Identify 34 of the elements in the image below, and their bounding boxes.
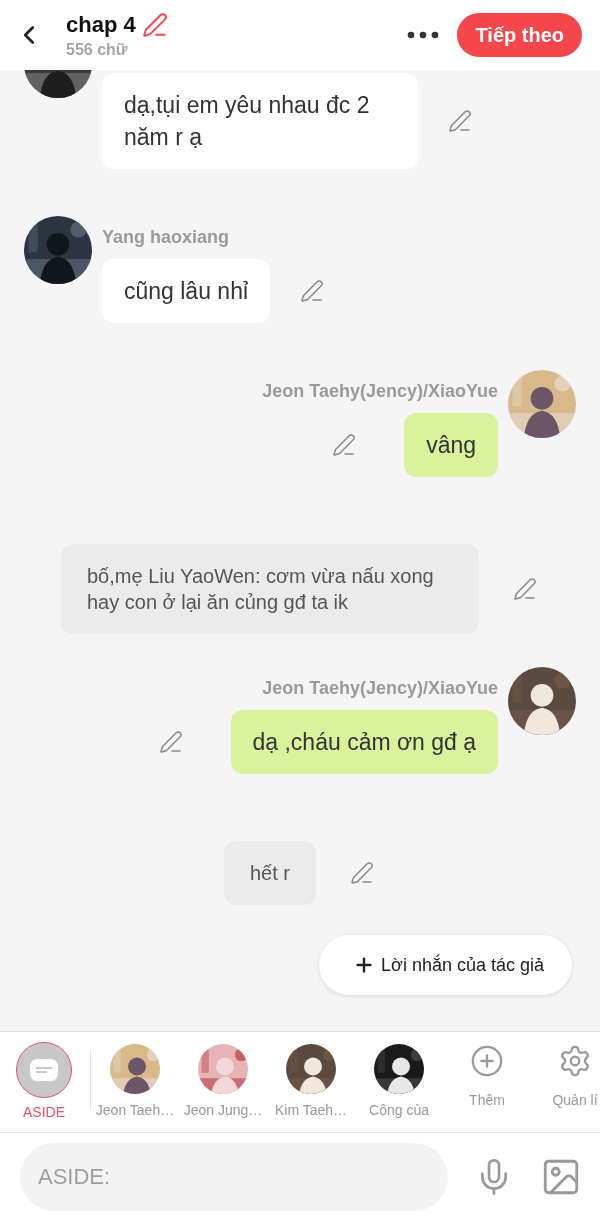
more-icon <box>407 31 440 39</box>
character-tab[interactable]: ASIDE <box>0 1042 88 1120</box>
edit-icon[interactable] <box>158 730 183 754</box>
chapter-title: chap 4 <box>66 11 136 38</box>
message-bubble: cũng lâu nhỉ <box>102 259 271 323</box>
sender-name: Jeon Taehy(Jency)/XiaoYue <box>262 678 498 699</box>
message-input[interactable]: ASIDE: <box>20 1143 448 1211</box>
edit-icon[interactable] <box>448 109 472 133</box>
character-tab[interactable]: Công của <box>355 1042 443 1118</box>
sender-name: Jeon Taehy(Jency)/XiaoYue <box>262 381 498 402</box>
narration-bubble: hết r <box>224 841 316 905</box>
settings-icon <box>558 1044 592 1078</box>
more-button[interactable] <box>407 31 440 39</box>
narration-bubble: bố,mẹ Liu YaoWen: cơm vừa nấu xong hay con ở lại ăn củng gđ ta ik <box>61 544 479 634</box>
edit-title-button[interactable] <box>141 11 168 38</box>
sender-name: Yang haoxiang <box>102 227 230 248</box>
message-bubble: dạ,tụi em yêu nhau đc 2 năm r ạ <box>102 73 418 169</box>
character-tab[interactable]: Jeon Taeh… <box>91 1042 179 1118</box>
message-bubble: vâng <box>404 413 498 477</box>
character-tab[interactable]: Jeon Jung… <box>179 1042 267 1118</box>
edit-icon[interactable] <box>300 279 325 303</box>
character-tab[interactable]: Thêm <box>443 1042 531 1108</box>
character-tab[interactable]: Kim Taeh… <box>267 1042 355 1118</box>
add-icon <box>470 1044 504 1078</box>
pencil-icon <box>141 11 168 38</box>
edit-icon[interactable] <box>332 433 357 457</box>
next-button[interactable]: Tiếp theo <box>457 13 582 57</box>
edit-icon[interactable] <box>350 861 374 885</box>
message-bubble: dạ ,cháu cảm ơn gđ ạ <box>230 710 498 774</box>
edit-icon[interactable] <box>513 577 537 601</box>
message-icon <box>30 1059 58 1081</box>
word-count: 556 chữ <box>66 40 129 59</box>
character-tab[interactable]: Quản lí <box>531 1042 600 1108</box>
author-note-button[interactable]: Lời nhắn của tác giả <box>319 935 572 995</box>
